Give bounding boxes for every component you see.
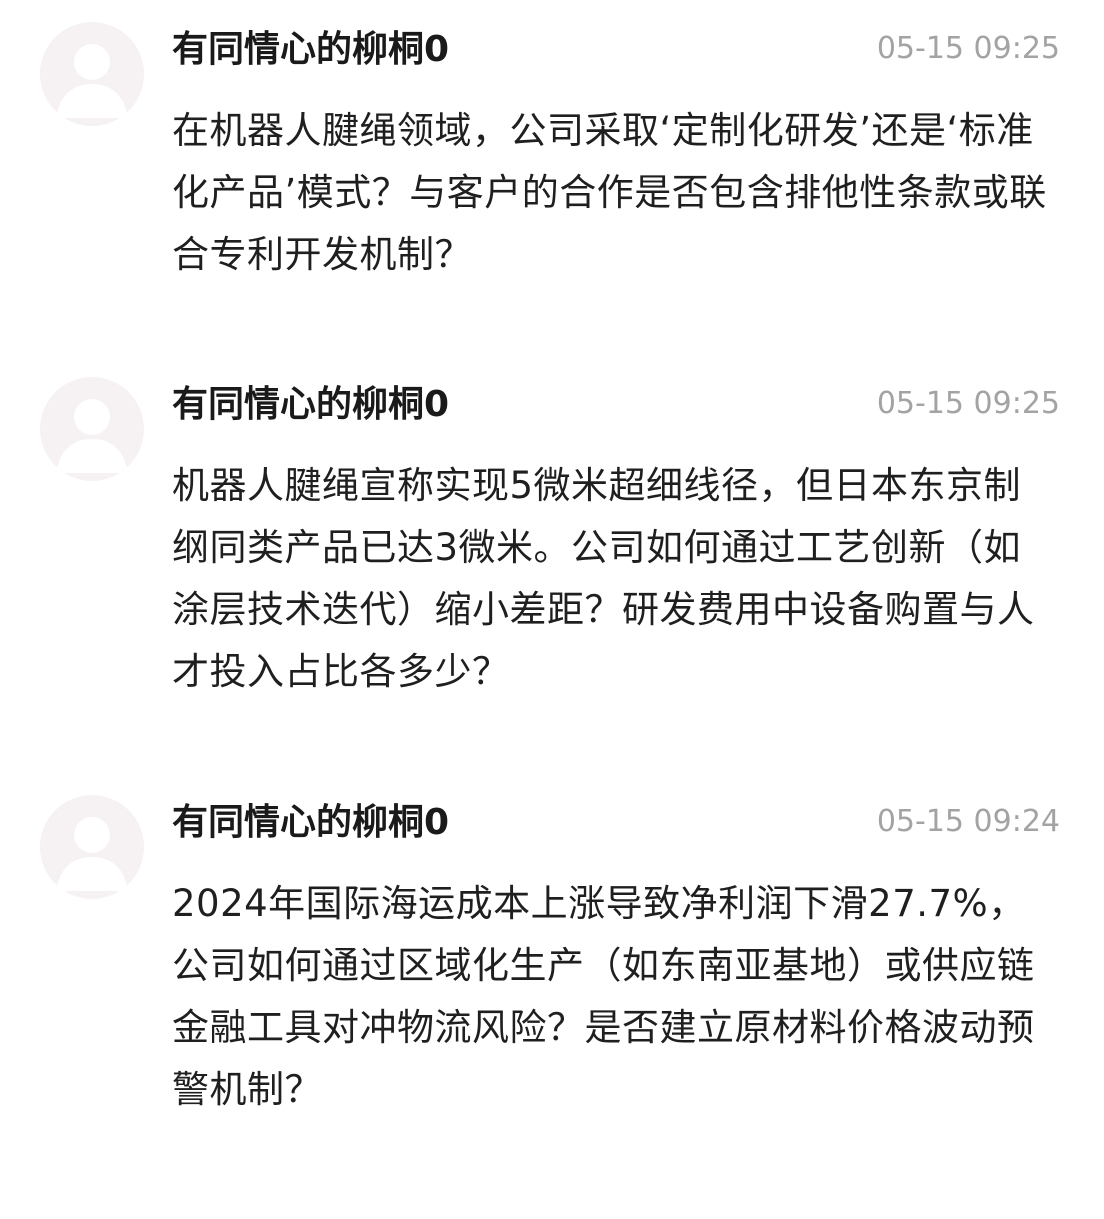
timestamp: 05-15 09:25 (876, 31, 1060, 66)
avatar[interactable] (40, 377, 144, 481)
timestamp: 05-15 09:24 (876, 804, 1060, 839)
default-user-avatar-icon (56, 817, 128, 891)
comment-text: 2024年国际海运成本上涨导致净利润下滑27.7%，公司如何通过区域化生产（如东… (172, 882, 1035, 1111)
avatar[interactable] (40, 22, 144, 126)
username[interactable]: 有同情心的柳桐0 (172, 799, 449, 847)
default-user-avatar-icon (56, 44, 128, 118)
comment-text: 机器人腱绳宣称实现5微米超细线径，但日本东京制纲同类产品已达3微米。公司如何通过… (172, 464, 1035, 693)
avatar[interactable] (40, 795, 144, 899)
timestamp: 05-15 09:25 (876, 386, 1060, 421)
username[interactable]: 有同情心的柳桐0 (172, 26, 449, 74)
default-user-avatar-icon (56, 399, 128, 473)
comment-text: 在机器人腱绳领域，公司采取‘定制化研发’还是‘标准化产品’模式？与客户的合作是否… (172, 109, 1047, 276)
username[interactable]: 有同情心的柳桐0 (172, 381, 449, 429)
